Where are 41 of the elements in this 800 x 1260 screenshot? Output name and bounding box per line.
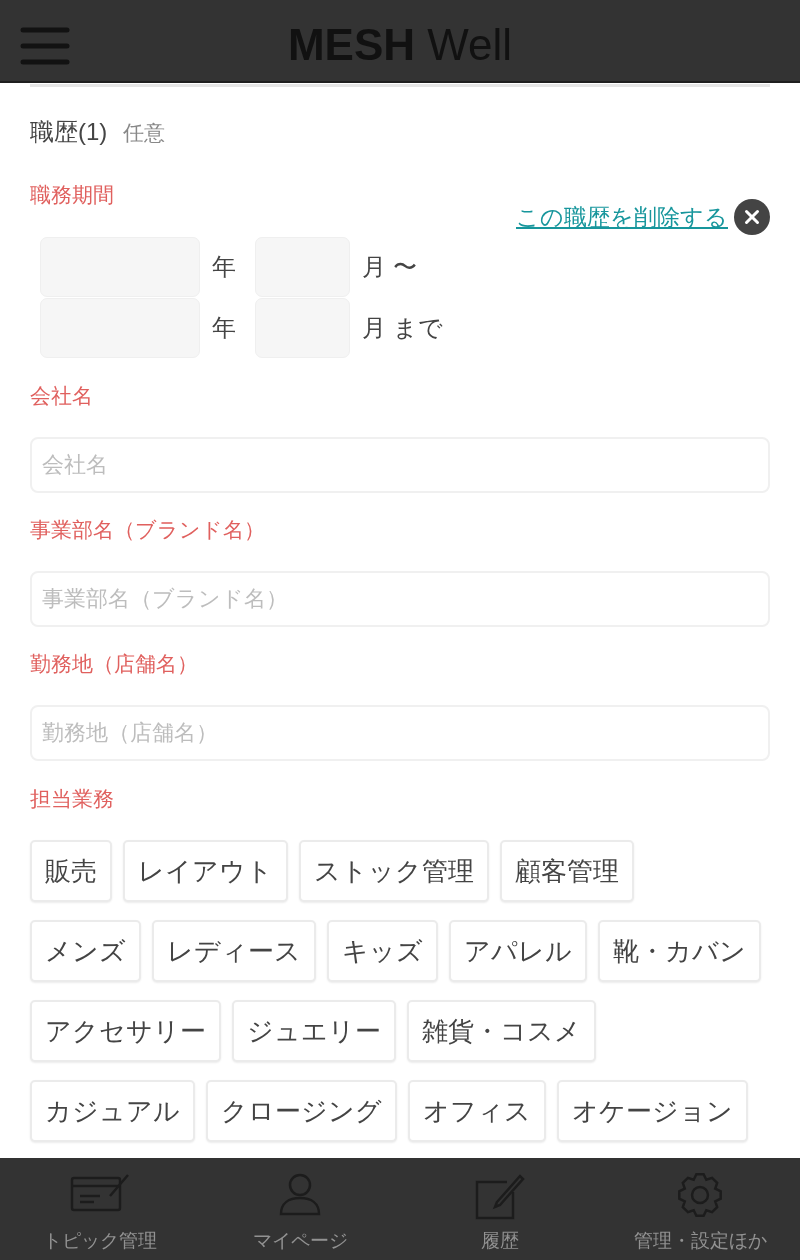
duty-tag[interactable]: メンズ — [30, 920, 141, 982]
duty-tag[interactable]: 靴・カバン — [598, 920, 761, 982]
optional-label: 任意 — [123, 120, 166, 146]
text-field[interactable]: 会社名 — [30, 437, 770, 493]
nav-item[interactable]: トピック管理 — [43, 1172, 157, 1252]
menu-icon[interactable] — [20, 26, 70, 65]
edit-icon — [475, 1172, 525, 1220]
person-icon — [278, 1172, 322, 1216]
field-label: 担当業務 — [30, 786, 114, 812]
unit-label: 年 — [212, 313, 236, 343]
duty-tag[interactable]: オケージョン — [557, 1080, 748, 1142]
duty-tag[interactable]: レディース — [152, 920, 316, 982]
text-field[interactable]: 勤務地（店舗名） — [30, 705, 770, 761]
duty-tag[interactable]: キッズ — [327, 920, 438, 982]
duty-tag[interactable]: カジュアル — [30, 1080, 195, 1142]
duty-tag[interactable]: ジュエリー — [232, 1000, 396, 1062]
close-icon[interactable] — [734, 199, 770, 235]
card-icon — [70, 1172, 130, 1212]
duty-tag[interactable]: ストック管理 — [299, 840, 489, 902]
field-label: 会社名 — [30, 383, 93, 409]
duty-tag[interactable]: アクセサリー — [30, 1000, 221, 1062]
unit-label: 月 まで — [362, 313, 443, 343]
duty-tag[interactable]: レイアウト — [123, 840, 288, 902]
text-field[interactable]: 事業部名（ブランド名） — [30, 571, 770, 627]
nav-item[interactable]: マイページ — [252, 1172, 348, 1252]
nav-item[interactable]: 管理・設定ほか — [633, 1172, 767, 1252]
field-label: 事業部名（ブランド名） — [30, 517, 265, 543]
unit-label: 年 — [212, 252, 236, 282]
duty-tag[interactable]: オフィス — [408, 1080, 546, 1142]
duty-tag[interactable]: 雑貨・コスメ — [407, 1000, 596, 1062]
gear-icon — [677, 1172, 723, 1218]
field-label: 勤務地（店舗名） — [30, 651, 198, 677]
delete-link[interactable]: この職歴を削除する — [516, 202, 728, 232]
nav-item[interactable]: 履歴 — [475, 1172, 525, 1252]
duty-tag[interactable]: アパレル — [449, 920, 587, 982]
duty-tag[interactable]: クロージング — [206, 1080, 397, 1142]
duty-tag[interactable]: 販売 — [30, 840, 112, 902]
unit-label: 月 〜 — [362, 252, 417, 282]
field-label: 職務期間 — [30, 182, 114, 208]
section-title: 職歴(1) — [30, 117, 108, 147]
duty-tag[interactable]: 顧客管理 — [500, 840, 634, 902]
